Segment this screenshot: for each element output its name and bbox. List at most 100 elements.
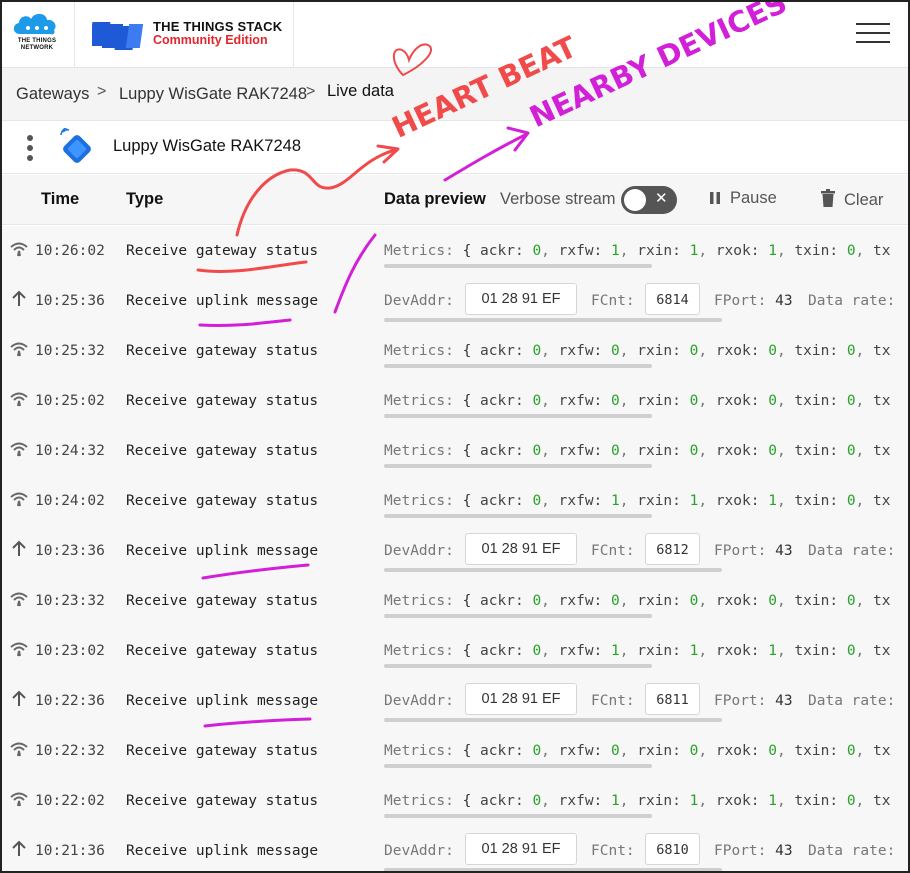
metrics-preview: Metrics: { ackr: 0, rxfw: 1, rxin: 1, rx… — [384, 243, 891, 259]
devaddr-label: DevAddr: — [384, 293, 454, 309]
event-type: Receive gateway status — [126, 743, 319, 759]
top-header: THE THINGS NETWORK THE THINGS STACK Comm… — [0, 0, 910, 68]
gateway-status-icon — [10, 492, 28, 507]
gateway-icon — [60, 128, 91, 163]
gateway-status-icon — [10, 242, 28, 257]
preview-scrollbar[interactable] — [384, 414, 652, 418]
metrics-preview: Metrics: { ackr: 0, rxfw: 1, rxin: 1, rx… — [384, 643, 891, 659]
pause-button[interactable]: Pause — [708, 189, 777, 210]
fport-label: FPort: 43 — [714, 543, 793, 559]
event-type: Receive gateway status — [126, 493, 319, 509]
verbose-stream-label: Verbose stream — [500, 190, 616, 208]
event-time: 10:22:32 — [35, 743, 105, 759]
metrics-preview: Metrics: { ackr: 0, rxfw: 0, rxin: 0, rx… — [384, 393, 891, 409]
breadcrumb-gateway[interactable]: Luppy WisGate RAK7248 — [119, 85, 307, 104]
ttn-logo-text: THE THINGS NETWORK — [17, 38, 57, 51]
ttn-logo[interactable]: THE THINGS NETWORK — [8, 8, 66, 60]
event-time: 10:26:02 — [35, 243, 105, 259]
table-row[interactable]: 10:21:36 Receive uplink message DevAddr: 01… — [0, 826, 910, 873]
event-type: Receive gateway status — [126, 393, 319, 409]
devaddr-label: DevAddr: — [384, 843, 454, 859]
event-type: Receive gateway status — [126, 793, 319, 809]
table-row[interactable]: 10:25:36 Receive uplink message DevAddr: 01… — [0, 276, 910, 326]
table-row[interactable]: 10:23:02 Receive gateway status Metrics: {… — [0, 626, 910, 676]
kebab-menu-icon[interactable] — [22, 134, 38, 162]
hamburger-menu-icon[interactable] — [852, 20, 894, 48]
gateway-status-icon — [10, 592, 28, 607]
table-row[interactable]: 10:23:32 Receive gateway status Metrics: {… — [0, 576, 910, 626]
preview-scrollbar[interactable] — [384, 264, 652, 268]
event-time: 10:24:32 — [35, 443, 105, 459]
event-time: 10:21:36 — [35, 843, 105, 859]
breadcrumb-gateways[interactable]: Gateways — [16, 85, 89, 104]
clear-label: Clear — [844, 191, 884, 209]
breadcrumb-live-data: Live data — [327, 82, 394, 100]
product-subtitle: Community Edition — [153, 33, 268, 47]
fcnt-value: 6812 — [645, 533, 700, 565]
table-row[interactable]: 10:24:02 Receive gateway status Metrics: {… — [0, 476, 910, 526]
column-type: Type — [126, 190, 164, 208]
preview-scrollbar[interactable] — [384, 814, 652, 818]
table-row[interactable]: 10:22:36 Receive uplink message DevAddr: 01… — [0, 676, 910, 726]
table-row[interactable]: 10:26:02 Receive gateway status Metrics: {… — [0, 226, 910, 276]
close-icon: ✕ — [655, 189, 668, 207]
preview-scrollbar[interactable] — [384, 318, 722, 322]
metrics-preview: Metrics: { ackr: 0, rxfw: 0, rxin: 0, rx… — [384, 343, 891, 359]
fcnt-value: 6811 — [645, 683, 700, 715]
preview-scrollbar[interactable] — [384, 364, 652, 368]
pause-label: Pause — [730, 189, 777, 207]
table-row[interactable]: 10:25:02 Receive gateway status Metrics: {… — [0, 376, 910, 426]
preview-scrollbar[interactable] — [384, 514, 652, 518]
datarate-label: Data rate: — [808, 293, 896, 309]
gateway-title-bar: Luppy WisGate RAK7248 — [0, 122, 910, 174]
event-type: Receive gateway status — [126, 443, 319, 459]
fcnt-value: 6810 — [645, 833, 700, 865]
table-row[interactable]: 10:22:02 Receive gateway status Metrics: {… — [0, 776, 910, 826]
fcnt-label: FCnt: — [591, 843, 635, 859]
metrics-preview: Metrics: { ackr: 0, rxfw: 1, rxin: 1, rx… — [384, 793, 891, 809]
event-time: 10:22:02 — [35, 793, 105, 809]
table-row[interactable]: 10:22:32 Receive gateway status Metrics: {… — [0, 726, 910, 776]
table-header: Time Type Data preview Verbose stream ✕ … — [0, 175, 910, 225]
fcnt-label: FCnt: — [591, 293, 635, 309]
column-time: Time — [41, 190, 80, 208]
gateway-status-icon — [10, 392, 28, 407]
table-row[interactable]: 10:25:32 Receive gateway status Metrics: {… — [0, 326, 910, 376]
preview-scrollbar[interactable] — [384, 614, 652, 618]
event-type: Receive uplink message — [126, 843, 319, 859]
cloud-icon — [13, 13, 56, 35]
fcnt-value: 6814 — [645, 283, 700, 315]
event-time: 10:23:36 — [35, 543, 105, 559]
event-type: Receive uplink message — [126, 693, 319, 709]
event-type: Receive gateway status — [126, 343, 319, 359]
preview-scrollbar[interactable] — [384, 464, 652, 468]
event-time: 10:25:32 — [35, 343, 105, 359]
trash-icon — [820, 189, 836, 212]
preview-scrollbar[interactable] — [384, 868, 722, 872]
devaddr-value: 01 28 91 EF — [465, 683, 577, 715]
table-row[interactable]: 10:23:36 Receive uplink message DevAddr: 01… — [0, 526, 910, 576]
preview-scrollbar[interactable] — [384, 664, 652, 668]
preview-scrollbar[interactable] — [384, 718, 722, 722]
datarate-label: Data rate: — [808, 693, 896, 709]
gateway-status-icon — [10, 642, 28, 657]
gateway-name: Luppy WisGate RAK7248 — [113, 137, 302, 155]
event-time: 10:23:02 — [35, 643, 105, 659]
event-time: 10:25:36 — [35, 293, 105, 309]
event-type: Receive gateway status — [126, 243, 319, 259]
preview-scrollbar[interactable] — [384, 568, 722, 572]
datarate-label: Data rate: — [808, 543, 896, 559]
uplink-arrow-icon — [12, 290, 26, 306]
fcnt-label: FCnt: — [591, 693, 635, 709]
column-data-preview: Data preview — [384, 190, 486, 208]
clear-button[interactable]: Clear — [820, 189, 883, 212]
table-row[interactable]: 10:24:32 Receive gateway status Metrics: {… — [0, 426, 910, 476]
fcnt-label: FCnt: — [591, 543, 635, 559]
preview-scrollbar[interactable] — [384, 764, 652, 768]
event-list: 10:26:02 Receive gateway status Metrics: {… — [0, 226, 910, 873]
event-type: Receive gateway status — [126, 593, 319, 609]
metrics-preview: Metrics: { ackr: 0, rxfw: 1, rxin: 1, rx… — [384, 493, 891, 509]
header-divider — [293, 0, 294, 68]
gateway-status-icon — [10, 442, 28, 457]
verbose-stream-toggle[interactable]: ✕ — [621, 186, 677, 214]
